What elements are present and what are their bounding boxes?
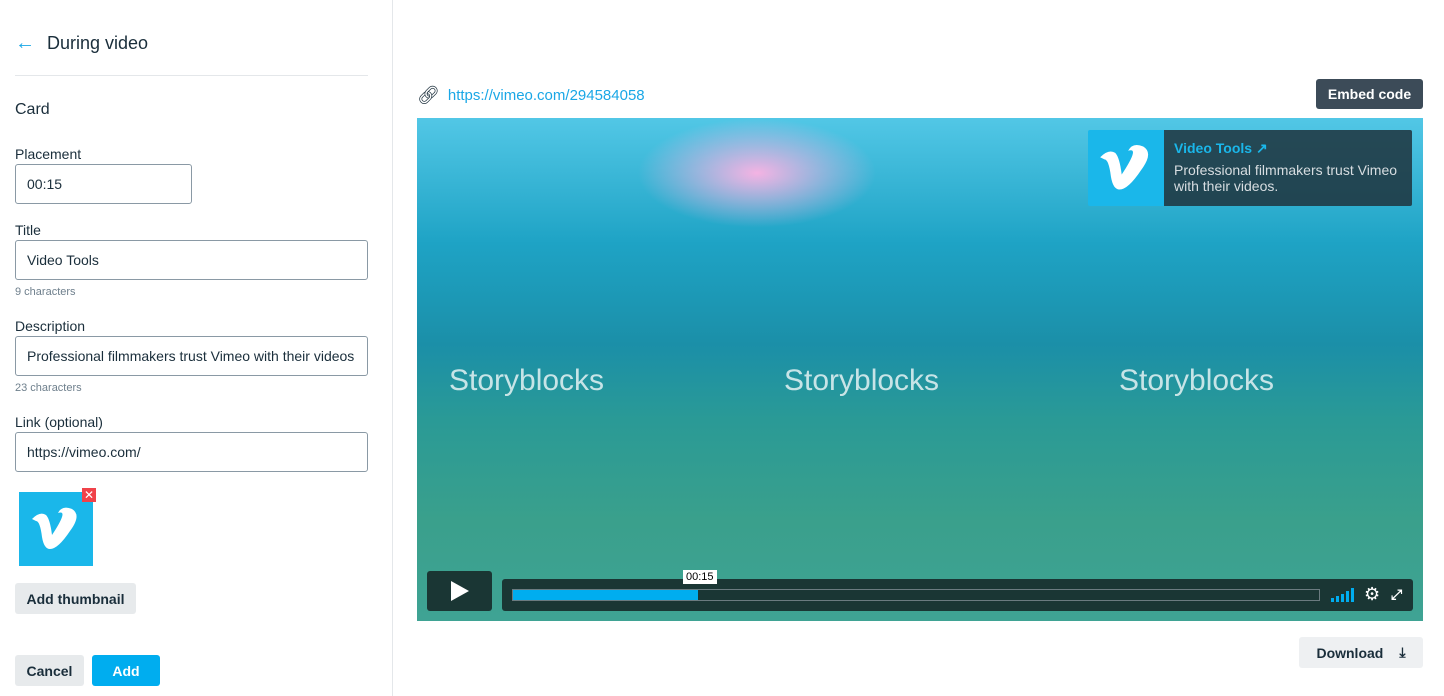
placement-input[interactable]: 00:15: [15, 164, 192, 204]
link-input[interactable]: https://vimeo.com/: [15, 432, 368, 472]
description-char-count: 23 characters: [15, 382, 82, 394]
embed-code-button[interactable]: Embed code: [1316, 79, 1423, 109]
title-input[interactable]: Video Tools: [15, 240, 368, 280]
add-button[interactable]: Add: [92, 655, 160, 686]
watermark: Storyblocks: [784, 364, 940, 397]
back-button[interactable]: ← During video: [15, 32, 148, 55]
description-input[interactable]: Professional filmmakers trust Vimeo with…: [15, 336, 368, 376]
video-link[interactable]: 🔗︎ https://vimeo.com/294584058: [417, 85, 645, 106]
page-title: During video: [47, 33, 149, 53]
card-text: Professional filmmakers trust Vimeo with…: [1174, 162, 1398, 194]
title-label: Title: [15, 222, 41, 238]
video-url[interactable]: https://vimeo.com/294584058: [448, 87, 645, 104]
add-thumbnail-button[interactable]: Add thumbnail: [15, 583, 136, 614]
time-tooltip: 00:15: [683, 570, 717, 584]
video-card-overlay[interactable]: Video Tools ↗ Professional filmmakers tru…: [1088, 130, 1412, 206]
settings-gear-icon[interactable]: ⚙: [1364, 584, 1380, 605]
remove-thumbnail-icon[interactable]: ✕: [82, 488, 96, 502]
vimeo-logo-icon: [1100, 145, 1149, 190]
thumbnail-image: [19, 492, 93, 566]
vimeo-logo-icon: [32, 507, 77, 549]
placement-label: Placement: [15, 146, 82, 162]
video-frame-light: [637, 118, 877, 228]
section-title: Card: [15, 101, 50, 118]
video-player[interactable]: Storyblocks Storyblocks Storyblocks Vide…: [417, 118, 1423, 621]
play-icon: [450, 581, 469, 601]
volume-icon[interactable]: [1331, 588, 1355, 602]
arrow-left-icon: ←: [15, 32, 35, 54]
control-bar: 00:15 ⚙ ⤢: [502, 570, 1413, 611]
download-icon: ⤓: [1399, 644, 1406, 660]
watermark: Storyblocks: [449, 364, 605, 397]
external-link-icon: ↗: [1255, 140, 1268, 156]
link-icon: 🔗︎: [417, 85, 440, 105]
card-title: Video Tools: [1174, 140, 1253, 156]
cancel-button[interactable]: Cancel: [15, 655, 84, 686]
play-button[interactable]: [427, 571, 492, 611]
progress-fill: [513, 590, 699, 600]
fullscreen-icon[interactable]: ⤢: [1391, 586, 1402, 603]
sidebar: ← During video Card Placement 00:15 Title…: [0, 0, 393, 696]
download-label: Download: [1316, 644, 1384, 661]
progress-bar[interactable]: [512, 589, 1320, 601]
divider: [15, 75, 368, 76]
description-label: Description: [15, 318, 86, 334]
title-char-count: 9 characters: [15, 286, 76, 298]
watermark: Storyblocks: [1119, 364, 1275, 397]
download-button[interactable]: Download ⤓: [1299, 637, 1423, 668]
link-label: Link (optional): [15, 414, 103, 430]
